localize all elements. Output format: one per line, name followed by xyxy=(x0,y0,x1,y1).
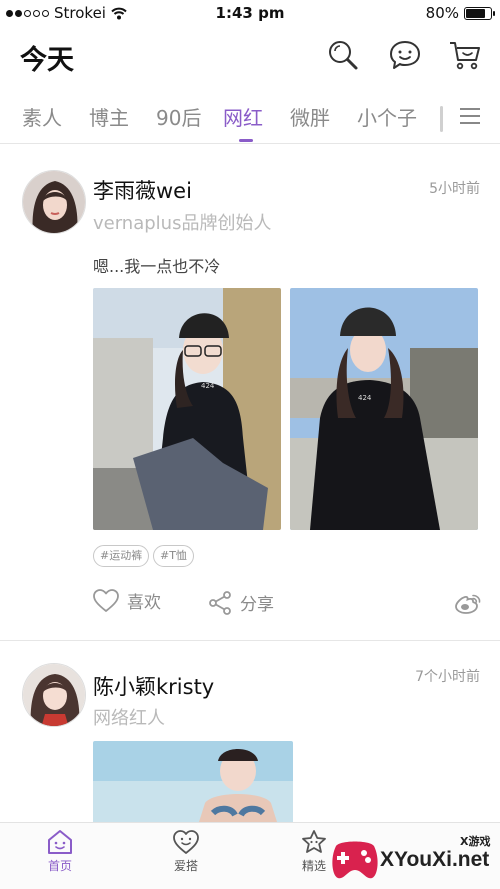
menu-icon[interactable] xyxy=(459,106,481,126)
author-subtitle: vernaplus品牌创始人 xyxy=(93,213,272,234)
share-label: 分享 xyxy=(240,595,274,615)
tab-blogger[interactable]: 博主 xyxy=(89,102,129,131)
share-icon xyxy=(209,590,231,615)
feed-post: 李雨薇wei vernaplus品牌创始人 5小时前 嗯...我一点也不冷 42… xyxy=(0,145,500,640)
post-timestamp: 5小时前 xyxy=(429,181,480,197)
star-face-icon xyxy=(302,830,326,853)
cart-icon[interactable] xyxy=(448,38,482,72)
author-subtitle: 网络红人 xyxy=(93,708,165,729)
category-tabs: 素人 博主 90后 网红 微胖 小个子 xyxy=(0,92,500,144)
post-photo[interactable]: 424 xyxy=(290,288,478,530)
feed-post: 陈小颖kristy 网络红人 7个小时前 xyxy=(0,641,500,822)
svg-text:424: 424 xyxy=(201,382,215,390)
tab-plus-size[interactable]: 微胖 xyxy=(290,102,330,131)
avatar[interactable] xyxy=(22,170,86,234)
battery-icon xyxy=(464,6,495,20)
post-tag[interactable]: #T恤 xyxy=(153,545,194,567)
nav-featured-label: 精选 xyxy=(301,859,326,873)
chat-bubble-icon[interactable] xyxy=(388,38,422,72)
nav-outfits-label: 爱搭 xyxy=(173,859,198,873)
status-bar: Strokei 1:43 pm 80% xyxy=(0,0,500,26)
heart-icon xyxy=(93,588,119,612)
svg-text:424: 424 xyxy=(358,394,372,402)
post-photo[interactable]: 424 xyxy=(93,288,281,530)
tab-petite[interactable]: 小个子 xyxy=(357,102,417,131)
battery-percent: 80% xyxy=(425,4,459,22)
tab-divider xyxy=(440,106,443,132)
site-watermark: XYouXi.net X游戏 xyxy=(330,828,500,886)
nav-home[interactable]: 首页 xyxy=(30,829,90,874)
post-tag[interactable]: #运动裤 xyxy=(93,545,150,567)
post-timestamp: 7个小时前 xyxy=(415,669,480,685)
author-name[interactable]: 陈小颖kristy xyxy=(93,671,214,701)
watermark-small-text: X游戏 xyxy=(460,835,491,848)
author-name[interactable]: 李雨薇wei xyxy=(93,175,192,205)
post-photo[interactable] xyxy=(93,741,293,822)
like-button[interactable]: 喜欢 xyxy=(93,588,161,613)
nav-outfits[interactable]: 爱搭 xyxy=(156,829,216,874)
avatar[interactable] xyxy=(22,663,86,727)
tab-amateur[interactable]: 素人 xyxy=(22,102,62,131)
page-title: 今天 xyxy=(20,45,74,76)
active-tab-indicator xyxy=(239,139,253,142)
search-icon[interactable] xyxy=(326,38,360,72)
tab-influencer[interactable]: 网红 xyxy=(223,102,263,131)
like-label: 喜欢 xyxy=(127,593,161,613)
home-icon xyxy=(48,830,72,854)
top-header: 今天 xyxy=(0,30,500,86)
gamepad-logo-icon xyxy=(332,841,378,879)
post-text: 嗯...我一点也不冷 xyxy=(93,257,221,276)
tab-post-90s[interactable]: 90后 xyxy=(156,102,201,131)
weibo-icon[interactable] xyxy=(455,594,481,614)
watermark-text: XYouXi.net xyxy=(380,848,490,871)
nav-home-label: 首页 xyxy=(47,859,72,873)
share-button[interactable]: 分享 xyxy=(208,590,274,615)
heart-face-icon xyxy=(173,830,199,854)
